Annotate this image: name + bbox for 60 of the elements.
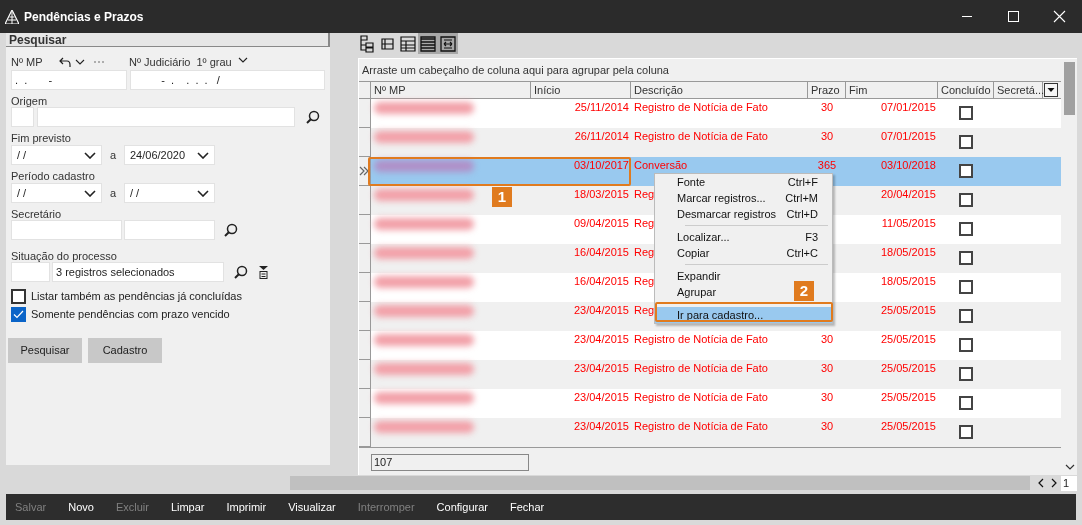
table-cell: Registro de Notícia de Fato <box>634 362 768 374</box>
table-cell: 03/10/2017 <box>573 159 629 171</box>
table-cell: 25/11/2014 <box>574 101 629 113</box>
table-cell: 07/01/2015 <box>880 130 936 142</box>
separator-label: a <box>108 147 118 163</box>
table-cell: 07/01/2015 <box>880 101 936 113</box>
table-cell: Reg <box>634 275 655 287</box>
window-title: Pendências e Prazos <box>24 8 144 26</box>
table-cell: 18/05/2015 <box>880 275 936 287</box>
field-label: Situação do processo <box>11 249 118 262</box>
table-cell: 23/04/2015 <box>573 420 629 432</box>
field-label: Secretário <box>11 207 63 220</box>
callout-badge: 1 <box>492 187 512 207</box>
table-cell: 30 <box>820 362 834 374</box>
table-cell: Registro de Notícia de Fato <box>634 101 768 113</box>
table-cell: Registro de Notícia de Fato <box>634 333 768 345</box>
table-cell: 25/05/2015 <box>880 391 936 403</box>
table-cell: Registro de Notícia de Fato <box>634 391 768 403</box>
table-cell: 16/04/2015 <box>573 275 629 287</box>
table-cell: Reg <box>634 304 655 316</box>
table-cell: 30 <box>820 101 834 113</box>
field-label: Fim previsto <box>11 131 72 145</box>
callout-badge: 2 <box>794 281 814 301</box>
table-cell: 25/05/2015 <box>880 304 936 316</box>
table-cell: 23/04/2015 <box>573 362 629 374</box>
table-cell: 25/05/2015 <box>880 420 936 432</box>
table-cell: Reg <box>634 188 655 200</box>
table-cell: Registro de Notícia de Fato <box>634 130 768 142</box>
table-cell: Registro de Notícia de Fato <box>634 420 768 432</box>
table-cell: 03/10/2018 <box>880 159 936 171</box>
table-cell: 23/04/2015 <box>573 391 629 403</box>
table-cell: 30 <box>820 130 834 142</box>
table-cell: 09/04/2015 <box>573 217 629 229</box>
field-label: 1º grau <box>196 54 232 70</box>
table-cell: 23/04/2015 <box>573 304 629 316</box>
table-cell: 30 <box>820 333 834 345</box>
table-cell: 30 <box>820 420 834 432</box>
table-cell: 25/05/2015 <box>880 333 936 345</box>
table-cell: 16/04/2015 <box>573 246 629 258</box>
field-label: Origem <box>11 94 49 107</box>
table-cell: 18/05/2015 <box>880 246 936 258</box>
table-cell: Reg <box>634 217 655 229</box>
table-cell: Reg <box>634 246 655 258</box>
checkbox-label: Listar também as pendências já concluídas <box>31 289 242 305</box>
field-label: Nº MP <box>11 54 44 70</box>
record-count: 107 <box>371 454 529 471</box>
field-label: Período cadastro <box>11 169 96 183</box>
table-cell: 30 <box>820 391 834 403</box>
table-cell: 365 <box>817 159 837 171</box>
separator-label: a <box>108 185 118 201</box>
table-cell: 20/04/2015 <box>880 188 936 200</box>
table-cell: 11/05/2015 <box>881 217 936 229</box>
table-cell: 26/11/2014 <box>574 130 629 142</box>
checkbox-label: Somente pendências com prazo vencido <box>31 307 230 323</box>
table-cell: 18/03/2015 <box>573 188 629 200</box>
table-cell: Conversão <box>634 159 688 171</box>
field-label: Nº Judiciário <box>129 54 191 70</box>
table-cell: 25/05/2015 <box>880 362 936 374</box>
panel-title: Pesquisar <box>6 33 330 47</box>
table-cell: 23/04/2015 <box>573 333 629 345</box>
